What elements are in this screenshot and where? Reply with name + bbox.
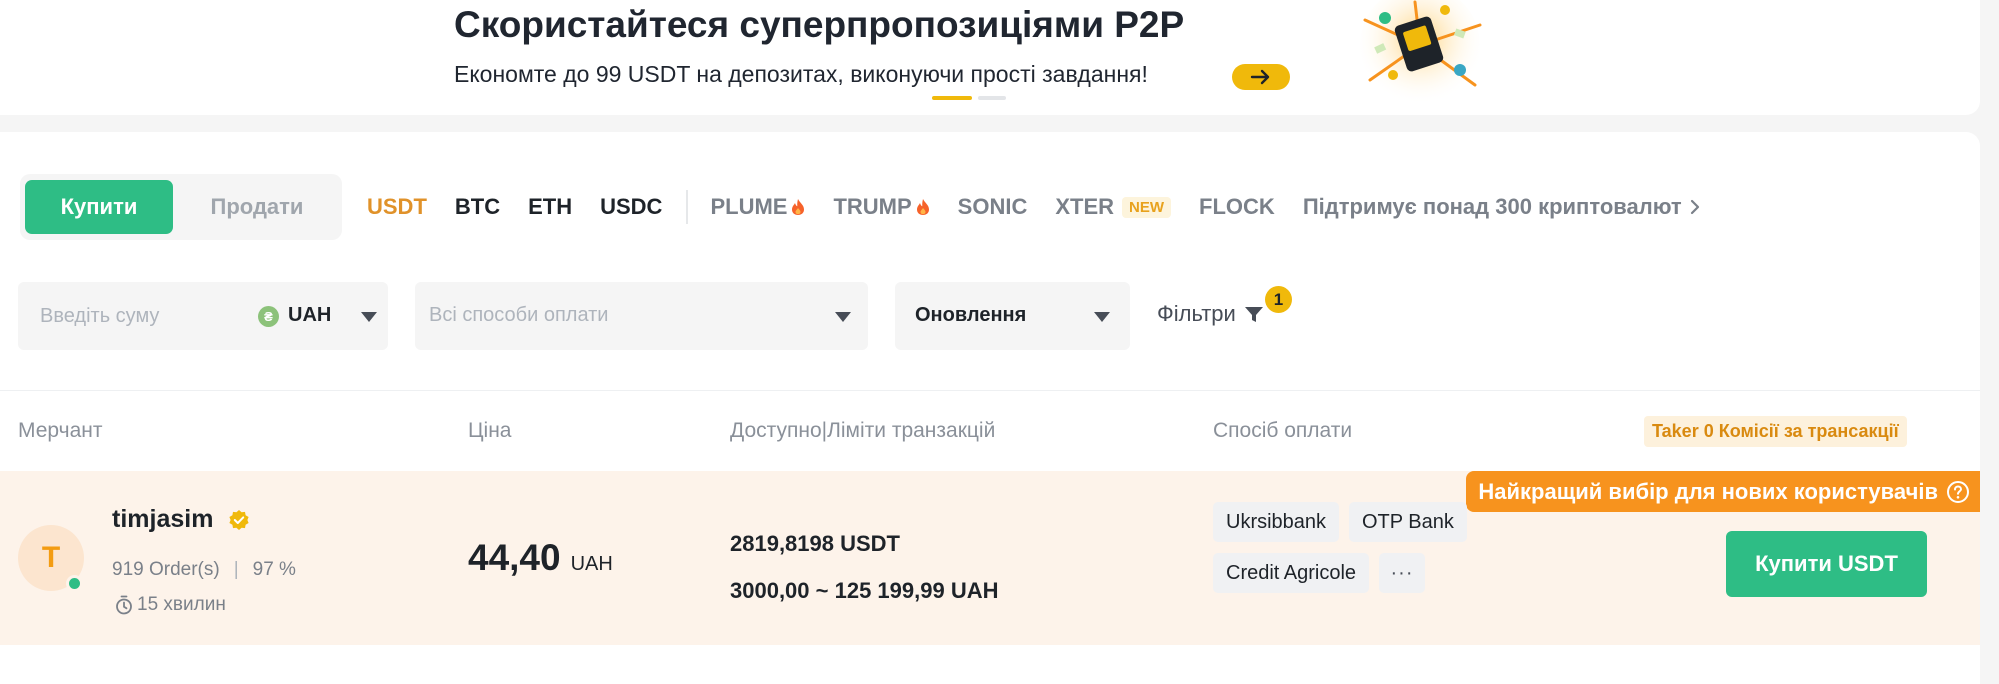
caret-down-icon[interactable] bbox=[361, 312, 377, 322]
column-header-merchant: Мерчант bbox=[18, 419, 103, 442]
price-currency: UAH bbox=[570, 553, 613, 575]
timer-icon bbox=[115, 595, 133, 615]
merchant-stats: 919 Order(s) | 97 % bbox=[112, 559, 296, 580]
chevron-right-icon bbox=[1690, 199, 1700, 215]
buy-usdt-button[interactable]: Купити USDT bbox=[1726, 531, 1927, 597]
banner-arrow-button[interactable] bbox=[1232, 64, 1290, 90]
arrow-right-icon bbox=[1250, 69, 1270, 85]
merchant-name[interactable]: timjasim bbox=[112, 505, 213, 534]
banner-title: Скористайтеся суперпропозиціями P2P bbox=[454, 4, 1185, 45]
payment-time: 15 хвилин bbox=[115, 594, 226, 616]
promo-banner[interactable]: Скористайтеся суперпропозиціями P2P Екон… bbox=[0, 0, 1980, 115]
filters-label: Фільтри bbox=[1157, 301, 1236, 326]
coin-tab-xter[interactable]: XTER NEW bbox=[1055, 194, 1172, 220]
fire-icon bbox=[916, 198, 930, 216]
supported-coins-link[interactable]: Підтримує понад 300 криптовалют bbox=[1303, 194, 1700, 220]
caret-down-icon bbox=[835, 312, 851, 322]
table-row[interactable]: Найкращий вибір для нових користувачів T… bbox=[0, 471, 1980, 645]
promo-illustration bbox=[1360, 0, 1482, 104]
payment-method-placeholder: Всі способи оплати bbox=[429, 304, 609, 326]
payment-time-label: 15 хвилин bbox=[137, 594, 226, 615]
payment-method-tag: Ukrsibbank bbox=[1213, 502, 1340, 542]
coin-tab-plume[interactable]: PLUME bbox=[710, 194, 805, 220]
amount-input[interactable] bbox=[40, 282, 230, 350]
completion-rate: 97 % bbox=[252, 559, 296, 580]
column-header-available: Доступно|Ліміти транзакцій bbox=[730, 419, 996, 442]
amount-field: ₴ UAH bbox=[18, 282, 388, 350]
carousel-dot[interactable] bbox=[978, 96, 1006, 100]
payment-method-select[interactable]: Всі способи оплати bbox=[415, 282, 868, 350]
coin-tab-sonic[interactable]: SONIC bbox=[958, 194, 1028, 220]
online-status-dot bbox=[66, 575, 83, 592]
taker-fee-badge: Taker 0 Комісії за трансакції bbox=[1644, 416, 1907, 447]
coin-tab-trump[interactable]: TRUMP bbox=[833, 194, 929, 220]
refresh-label: Оновлення bbox=[915, 304, 1027, 326]
coin-tab-btc[interactable]: BTC bbox=[455, 194, 500, 220]
sell-tab[interactable]: Продати bbox=[178, 180, 336, 234]
hryvnia-icon: ₴ bbox=[258, 306, 279, 327]
available-amount: 2819,8198 USDT bbox=[730, 531, 900, 556]
filter-funnel-icon bbox=[1244, 304, 1264, 324]
column-header-payment: Спосіб оплати bbox=[1213, 419, 1353, 442]
coin-tab-eth[interactable]: ETH bbox=[528, 194, 572, 220]
supported-coins-label: Підтримує понад 300 криптовалют bbox=[1302, 194, 1682, 219]
coin-label: XTER bbox=[1055, 194, 1115, 219]
fire-icon bbox=[791, 198, 805, 216]
fiat-select[interactable]: UAH bbox=[288, 304, 331, 327]
column-header-price: Ціна bbox=[468, 419, 512, 442]
buy-tab[interactable]: Купити bbox=[25, 180, 173, 234]
best-choice-label: Найкращий вибір для нових користувачів bbox=[1478, 478, 1938, 504]
carousel-dot-active[interactable] bbox=[932, 96, 972, 100]
trade-side-toggle: Купити Продати bbox=[20, 174, 342, 240]
transaction-limits: 3000,00 ~ 125 199,99 UAH bbox=[730, 578, 999, 603]
crypto-tabs: USDT BTC ETH USDC PLUME TRUMP SONIC XTER… bbox=[367, 190, 1700, 224]
coin-tab-usdt[interactable]: USDT bbox=[367, 194, 427, 220]
header-divider bbox=[0, 390, 1980, 391]
filters-count-badge: 1 bbox=[1265, 286, 1292, 313]
filters-button[interactable]: Фільтри bbox=[1157, 301, 1264, 327]
coin-label: PLUME bbox=[710, 194, 788, 219]
best-choice-badge: Найкращий вибір для нових користувачів bbox=[1466, 471, 1980, 512]
new-badge: NEW bbox=[1122, 196, 1172, 218]
coin-tab-usdc[interactable]: USDC bbox=[600, 194, 662, 220]
payment-method-tag: Credit Agricole bbox=[1213, 553, 1370, 593]
coin-label: TRUMP bbox=[833, 194, 912, 219]
payment-method-tag: OTP Bank bbox=[1349, 502, 1467, 542]
help-icon[interactable] bbox=[1946, 480, 1970, 504]
coin-divider bbox=[686, 190, 689, 224]
refresh-select[interactable]: Оновлення bbox=[895, 282, 1130, 350]
p2p-panel: Купити Продати USDT BTC ETH USDC PLUME T… bbox=[0, 132, 1980, 684]
caret-down-icon bbox=[1094, 312, 1110, 322]
price: 44,40 UAH bbox=[468, 537, 613, 579]
banner-subtitle: Економте до 99 USDT на депозитах, викону… bbox=[454, 61, 1148, 87]
verified-badge-icon bbox=[228, 509, 250, 531]
coin-tab-flock[interactable]: FLOCK bbox=[1199, 194, 1275, 220]
more-payment-methods-button[interactable]: ··· bbox=[1379, 553, 1425, 593]
price-value: 44,40 bbox=[468, 537, 561, 578]
order-count: 919 Order(s) bbox=[112, 559, 220, 580]
